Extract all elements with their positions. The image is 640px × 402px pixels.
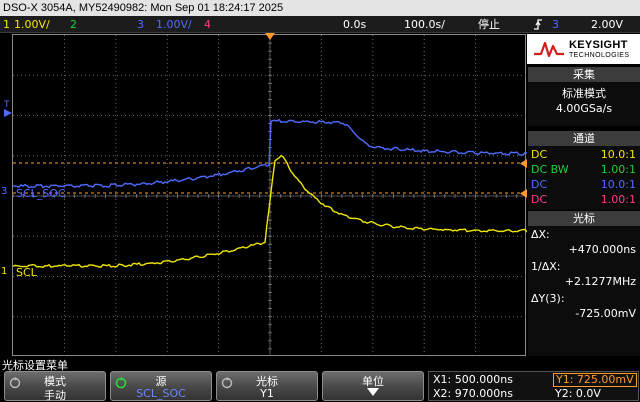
ch3-coupling: DC bbox=[531, 178, 548, 191]
brand-name: KEYSIGHT bbox=[569, 39, 628, 51]
channels-header: 通道 bbox=[528, 131, 640, 146]
time-scale[interactable]: 100.0s/ bbox=[404, 16, 445, 33]
softkey-mode[interactable]: 模式 手动 bbox=[4, 371, 106, 402]
ch2-coupling: DC BW bbox=[531, 163, 569, 176]
cursors-section: ΔX: +470.000ns 1/ΔX: +2.1277MHz ΔY(3): -… bbox=[528, 226, 640, 356]
acquisition-section: 标准模式 4.00GSa/s bbox=[528, 82, 640, 126]
ch1-number[interactable]: 1 bbox=[3, 16, 10, 33]
cursor-readout: X1: 500.000ns Y1: 725.00mV X2: 970.000ns… bbox=[428, 371, 639, 401]
softkey-units-label: 单位 bbox=[362, 375, 384, 388]
channel-status-bar: 1 1.00V/ 2 3 1.00V/ 4 0.0s 100.0s/ 停止 3 … bbox=[0, 16, 640, 33]
ch2-number[interactable]: 2 bbox=[70, 16, 77, 33]
keysight-wave-icon bbox=[534, 41, 564, 58]
ch1-ground-marker[interactable]: 1 bbox=[1, 266, 7, 277]
trigger-level[interactable]: 2.00V bbox=[591, 16, 623, 33]
run-state[interactable]: 停止 bbox=[478, 16, 500, 33]
time-delay[interactable]: 0.0s bbox=[343, 16, 366, 33]
delta-x-value: +470.000ns bbox=[568, 243, 636, 256]
brand-logo: KEYSIGHT TECHNOLOGIES bbox=[527, 34, 640, 64]
delta-y-label: ΔY(3): bbox=[531, 292, 565, 305]
ch3-probe: 10.0:1 bbox=[600, 178, 636, 191]
inverse-delta-x-label: 1/ΔX: bbox=[531, 260, 561, 273]
cursor-x2-readout: X2: 970.000ns bbox=[433, 387, 513, 400]
acquisition-header: 采集 bbox=[528, 67, 640, 82]
waveform-canvas bbox=[11, 34, 528, 357]
waveform-display[interactable] bbox=[11, 33, 528, 357]
ch3-label: SCL_SOC bbox=[16, 187, 66, 200]
softkey-cursor[interactable]: 光标 Y1 bbox=[216, 371, 318, 401]
inverse-delta-x-value: +2.1277MHz bbox=[564, 275, 636, 288]
ch3-scale[interactable]: 1.00V/ bbox=[156, 16, 192, 33]
brand-subtitle: TECHNOLOGIES bbox=[569, 52, 630, 59]
submenu-down-arrow-icon bbox=[367, 388, 379, 396]
info-panel: KEYSIGHT TECHNOLOGIES 采集 标准模式 4.00GSa/s … bbox=[527, 34, 640, 356]
ch1-scale[interactable]: 1.00V/ bbox=[14, 16, 50, 33]
acquisition-mode: 标准模式 bbox=[562, 87, 606, 100]
cursors-header: 光标 bbox=[528, 211, 640, 226]
ch3-number[interactable]: 3 bbox=[137, 16, 144, 33]
trigger-level-arrow-icon bbox=[4, 109, 12, 117]
cursor-y2-readout: Y2: 0.0V bbox=[555, 387, 601, 400]
cursor-y2-marker-icon[interactable] bbox=[520, 189, 527, 198]
ch4-probe: 1.00:1 bbox=[600, 193, 636, 206]
ch1-label: SCL bbox=[16, 266, 37, 279]
cursor-x1-readout: X1: 500.000ns bbox=[433, 373, 513, 386]
delta-y-value: -725.00mV bbox=[575, 307, 636, 320]
cursor-y1-marker-icon[interactable] bbox=[520, 159, 527, 168]
sample-rate: 4.00GSa/s bbox=[555, 102, 613, 115]
ch1-probe: 10.0:1 bbox=[600, 148, 636, 161]
trigger-source[interactable]: 3 bbox=[552, 16, 559, 33]
ch2-probe: 1.00:1 bbox=[600, 163, 636, 176]
ch3-ground-marker[interactable]: 3 bbox=[1, 186, 7, 197]
softkey-cursor-value: Y1 bbox=[260, 387, 274, 400]
cursor-y1-readout: Y1: 725.00mV bbox=[553, 373, 637, 387]
delta-x-label: ΔX: bbox=[531, 228, 550, 241]
ch4-coupling: DC bbox=[531, 193, 548, 206]
ch1-coupling: DC bbox=[531, 148, 548, 161]
window-title-bar: DSO-X 3054A, MY52490982: Mon Sep 01 18:2… bbox=[0, 0, 640, 16]
softkey-units[interactable]: 单位 bbox=[322, 371, 424, 401]
channels-section: DC 10.0:1 DC BW 1.00:1 DC 10.0:1 DC 1.00… bbox=[528, 146, 640, 210]
softkey-mode-value: 手动 bbox=[44, 389, 66, 402]
softkey-source[interactable]: 源 SCL_SOC bbox=[110, 371, 212, 401]
softkey-source-value: SCL_SOC bbox=[136, 387, 186, 400]
trigger-position-marker-icon[interactable] bbox=[265, 33, 275, 41]
window-title: DSO-X 3054A, MY52490982: Mon Sep 01 18:2… bbox=[3, 2, 284, 14]
ch4-number[interactable]: 4 bbox=[204, 16, 211, 33]
